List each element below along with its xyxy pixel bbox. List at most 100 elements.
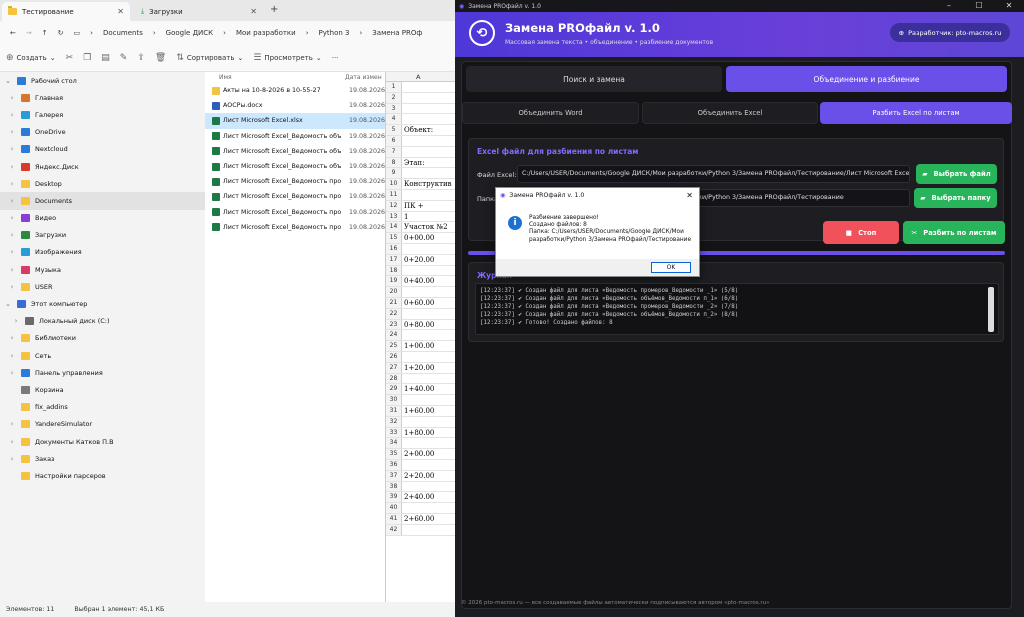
sidebar-item[interactable]: › Documents — [0, 192, 205, 210]
sidebar-item[interactable]: fix_addins — [0, 399, 205, 416]
ok-button[interactable]: OK — [651, 262, 691, 273]
column-date[interactable]: Дата измен — [345, 74, 382, 81]
minimize-icon[interactable]: – — [934, 0, 964, 12]
sheet-cell[interactable]: 0+20.00 — [404, 255, 434, 265]
copy-icon[interactable]: ❐ — [83, 53, 91, 63]
chevron-icon[interactable]: › — [8, 455, 16, 463]
row-number[interactable]: 33 — [386, 427, 402, 438]
row-number[interactable]: 23 — [386, 319, 402, 330]
sidebar-item[interactable]: › Музыка — [0, 261, 205, 278]
row-number[interactable]: 41 — [386, 514, 402, 524]
delete-icon[interactable]: 🗑 — [155, 53, 166, 63]
close-icon[interactable]: ✕ — [686, 191, 693, 200]
view-button[interactable]: ☰ Просмотреть ⌄ — [253, 53, 321, 63]
chevron-icon[interactable]: › — [8, 163, 16, 171]
row-number[interactable]: 31 — [386, 406, 402, 416]
file-row[interactable]: Лист Microsoft Excel_Ведомость объём... 1… — [205, 129, 385, 144]
column-name[interactable]: Имя — [205, 74, 345, 81]
row-number[interactable]: 16 — [386, 244, 402, 254]
row-number[interactable]: 8 — [386, 157, 402, 168]
subtab-merge-excel[interactable]: Объединить Excel — [642, 102, 818, 124]
file-row[interactable]: Лист Microsoft Excel_Ведомость проме... 1… — [205, 220, 385, 235]
row-number[interactable]: 35 — [386, 449, 402, 459]
chevron-icon[interactable]: › — [12, 317, 20, 325]
log-scrollbar[interactable] — [988, 287, 994, 332]
chevron-icon[interactable]: › — [8, 283, 16, 291]
more-button[interactable]: ··· — [332, 54, 339, 62]
row-number[interactable]: 1 — [386, 82, 402, 92]
row-number[interactable]: 15 — [386, 233, 402, 243]
row-number[interactable]: 17 — [386, 254, 402, 265]
chevron-icon[interactable]: › — [8, 369, 16, 377]
sidebar-item[interactable]: › Nextcloud — [0, 141, 205, 158]
row-number[interactable]: 12 — [386, 200, 402, 211]
sheet-cell[interactable]: 1+20.00 — [404, 363, 434, 373]
row-number[interactable]: 26 — [386, 352, 402, 362]
breadcrumb-item[interactable]: Замена PROф — [372, 29, 422, 37]
chevron-icon[interactable]: › — [8, 352, 16, 360]
row-number[interactable]: 34 — [386, 438, 402, 449]
sheet-cell[interactable]: 1+00.00 — [404, 341, 434, 351]
paste-icon[interactable]: ▤ — [101, 53, 110, 63]
subtab-split-excel[interactable]: Разбить Excel по листам — [820, 102, 1012, 124]
sidebar-item[interactable]: › Загрузки — [0, 227, 205, 244]
sheet-cell[interactable]: 0+00.00 — [404, 233, 434, 243]
chevron-icon[interactable]: › — [8, 248, 16, 256]
split-button[interactable]: ✂ Разбить по листам — [903, 221, 1005, 244]
row-number[interactable]: 2 — [386, 92, 402, 103]
file-row[interactable]: Лист Microsoft Excel_Ведомость объём... 1… — [205, 159, 385, 174]
sheet-cell[interactable]: 1+80.00 — [404, 428, 434, 438]
sidebar-item[interactable]: › Локальный диск (C:) — [0, 313, 205, 330]
sidebar-item[interactable]: › Заказ — [0, 450, 205, 467]
file-path-input[interactable]: C:/Users/USER/Documents/Google ДИСК/Мои … — [517, 165, 910, 183]
sidebar-item[interactable]: › Сеть — [0, 347, 205, 364]
chevron-icon[interactable]: › — [8, 438, 16, 446]
sidebar-item[interactable]: › OneDrive — [0, 124, 205, 141]
stop-button[interactable]: ■ Стоп — [823, 221, 899, 244]
up-icon[interactable]: ↑ — [42, 29, 48, 37]
sidebar-item[interactable]: Настройки парсеров — [0, 467, 205, 484]
refresh-icon[interactable]: ↻ — [58, 29, 64, 37]
log-output[interactable]: [12:23:37] ✔ Создан файл для листа «Ведо… — [475, 283, 999, 335]
chevron-icon[interactable]: › — [8, 145, 16, 153]
sheet-cell[interactable]: 0+40.00 — [404, 276, 434, 286]
breadcrumb-item[interactable]: Google ДИСК — [166, 29, 213, 37]
chevron-icon[interactable]: › — [8, 94, 16, 102]
close-icon[interactable]: ✕ — [117, 7, 124, 16]
choose-folder-button[interactable]: ▰ Выбрать папку — [914, 188, 997, 208]
close-icon[interactable]: ✕ — [994, 0, 1024, 12]
chevron-icon[interactable]: › — [8, 266, 16, 274]
new-tab-icon[interactable]: + — [270, 4, 278, 15]
file-row[interactable]: Лист Microsoft Excel_Ведомость проме... 1… — [205, 205, 385, 220]
row-number[interactable]: 14 — [386, 222, 402, 233]
sheet-cell[interactable]: 2+40.00 — [404, 492, 434, 502]
tab-search-replace[interactable]: Поиск и замена — [466, 66, 722, 92]
sidebar-item[interactable]: › Яндекс.Диск — [0, 158, 205, 175]
column-a-header[interactable]: A — [416, 73, 420, 81]
row-number[interactable]: 38 — [386, 481, 402, 492]
sheet-cell[interactable]: ПК + — [404, 201, 424, 211]
chevron-icon[interactable]: › — [8, 197, 16, 205]
file-row[interactable]: Лист Microsoft Excel_Ведомость проме... 1… — [205, 189, 385, 204]
choose-file-button[interactable]: ▰ Выбрать файл — [916, 164, 997, 184]
sidebar-item[interactable]: ⌄ Этот компьютер — [0, 295, 205, 312]
chevron-icon[interactable]: › — [8, 128, 16, 136]
chevron-icon[interactable]: › — [8, 214, 16, 222]
sheet-cell[interactable]: 1 — [404, 212, 408, 222]
sidebar-item[interactable]: › YandereSimulator — [0, 416, 205, 433]
file-row[interactable]: Лист Microsoft Excel.xlsx 19.08.2026 — [205, 113, 385, 129]
chevron-icon[interactable]: › — [8, 111, 16, 119]
sort-button[interactable]: ⇅ Сортировать ⌄ — [176, 53, 243, 63]
file-row[interactable]: Лист Microsoft Excel_Ведомость объём... 1… — [205, 144, 385, 159]
row-number[interactable]: 9 — [386, 168, 402, 179]
row-number[interactable]: 20 — [386, 287, 402, 297]
row-number[interactable]: 4 — [386, 114, 402, 125]
sidebar-item[interactable]: › Главная — [0, 89, 205, 106]
chevron-icon[interactable]: ⌄ — [4, 300, 12, 308]
row-number[interactable]: 37 — [386, 470, 402, 481]
sidebar-item[interactable]: › Галерея — [0, 106, 205, 123]
row-number[interactable]: 29 — [386, 384, 402, 395]
row-number[interactable]: 24 — [386, 330, 402, 341]
chevron-icon[interactable]: › — [8, 180, 16, 188]
sheet-cell[interactable]: Этап: — [404, 158, 424, 168]
